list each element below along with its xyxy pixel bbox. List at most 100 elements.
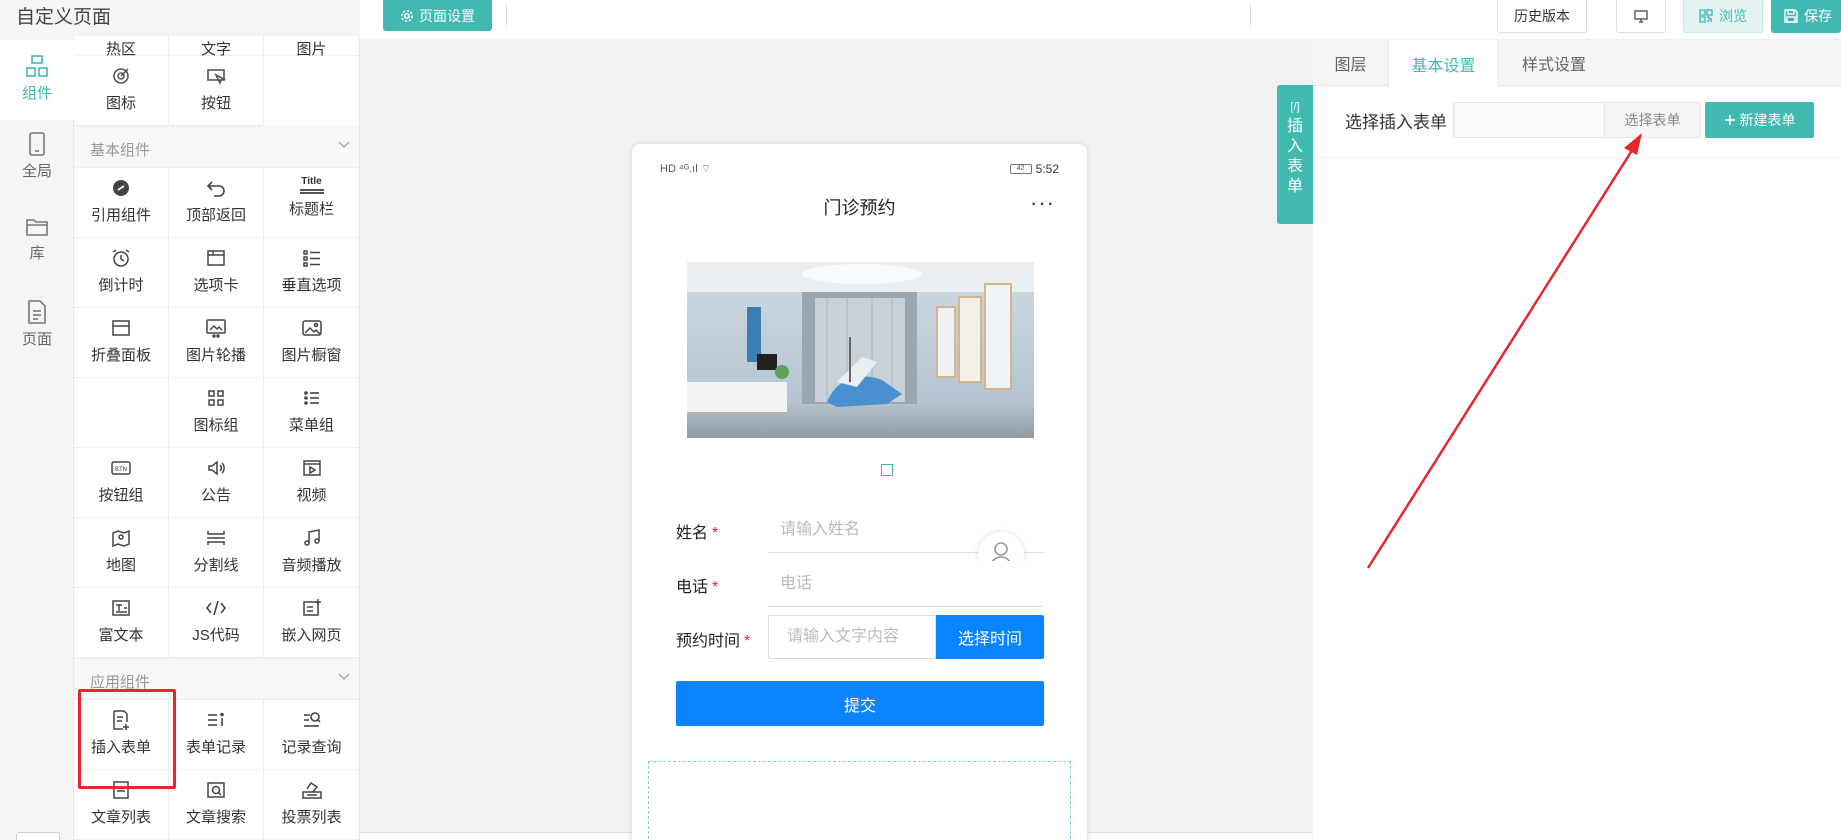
clinic-room-image [687,262,1034,438]
component-video[interactable]: 视频 [264,448,359,518]
code-bracket-icon: [/] [1290,101,1300,113]
component-map[interactable]: 地图 [74,518,169,588]
time-input[interactable] [768,615,936,659]
insert-form-side-tab[interactable]: [/] 插入表单 [1277,85,1313,224]
gallery-icon [301,320,322,336]
preview-button[interactable]: 浏览 [1683,0,1763,33]
tab-basic-settings[interactable]: 基本设置 [1388,40,1499,87]
select-form-label: 选择插入表单 [1345,113,1447,132]
component-reference[interactable]: 引用组件 [74,168,169,238]
component-vertical-options[interactable]: 垂直选项 [264,238,359,308]
section-basic-components[interactable]: 基本组件 [74,126,359,168]
gear-icon [401,9,413,22]
component-hotspot[interactable]: 热区 [74,36,169,58]
component-js-code[interactable]: JS代码 [169,588,264,658]
rail-scroll-handle[interactable] [16,832,60,840]
component-icon-group[interactable]: 图标组 [169,378,264,448]
component-button-group[interactable]: BTN 按钮组 [74,448,169,518]
component-label: 图片轮播 [185,347,246,364]
save-label: 保存 [1804,8,1832,24]
properties-tabs: 图层 基本设置 样式设置 [1313,40,1841,87]
component-text[interactable]: 文字 [169,36,264,58]
component-tabs[interactable]: 选项卡 [169,238,264,308]
component-top-back[interactable]: 顶部返回 [169,168,264,238]
page-settings-button[interactable]: 页面设置 [383,0,492,31]
component-label: 文章列表 [90,809,151,826]
component-label: 音频播放 [281,557,342,574]
rail-item-label: 页面 [21,331,52,348]
rail-item-pages[interactable]: 页面 [0,286,74,366]
component-label: 文章搜索 [185,809,246,826]
desktop-preview-button[interactable] [1616,0,1666,33]
tab-layers[interactable]: 图层 [1313,40,1388,86]
list-icon [302,250,320,267]
component-button[interactable]: 按钮 [169,56,264,126]
component-title-bar[interactable]: Title 标题栏 [264,168,359,238]
plus-icon [1724,115,1735,125]
component-icon[interactable]: 图标 [74,56,169,126]
component-label: 公告 [200,487,231,504]
carousel-indicator[interactable] [881,464,893,476]
component-article-search[interactable]: 文章搜索 [169,770,264,840]
rail-item-library[interactable]: 库 [0,202,74,282]
component-label: 倒计时 [98,277,144,294]
title-icon: Title [299,176,324,194]
image-carousel[interactable] [687,262,1034,438]
selected-form-field[interactable] [1453,102,1605,138]
component-rich-text[interactable]: 富文本 [74,588,169,658]
qr-code-icon [1699,9,1713,23]
submit-button[interactable]: 提交 [676,681,1044,726]
select-form-button[interactable]: 选择表单 [1605,102,1701,138]
status-time: 5:52 [1035,162,1059,176]
new-form-button[interactable]: 新建表单 [1705,102,1814,138]
component-image[interactable]: 图片 [264,36,359,58]
component-audio[interactable]: 音频播放 [264,518,359,588]
divider-icon [207,531,225,545]
time-label: 预约时间 * [676,633,751,650]
rail-item-components[interactable]: 组件 [0,40,74,120]
component-record-query[interactable]: 记录查询 [264,700,359,770]
cursor-box-icon [207,69,226,86]
title-icon-text: Title [301,176,322,187]
chevron-down-icon [338,141,350,149]
alarm-clock-icon [112,249,130,267]
components-icon [26,55,48,77]
properties-panel: 图层 基本设置 样式设置 选择插入表单 选择表单 新建表单 [1313,40,1841,840]
phone-input[interactable] [768,561,1044,607]
status-bar-right: 42 5:52 [1009,162,1059,176]
component-label: 图片 [296,41,327,58]
save-icon [1784,9,1798,23]
component-drop-zone[interactable] [648,761,1071,840]
page-icon [28,300,46,324]
ballot-icon [301,781,322,799]
component-label: 图标 [105,95,136,112]
component-form-records[interactable]: 表单记录 [169,700,264,770]
phone-preview: HD ⁴ᴳ.ıl ⌔ 42 5:52 门诊预约 ··· 姓名 * 请输入姓名 电… [632,144,1087,840]
collapse-icon [112,320,130,336]
component-embed-page[interactable]: 嵌入网页 [264,588,359,658]
component-label: 分割线 [193,557,239,574]
save-button[interactable]: 保存 [1771,0,1841,33]
tab-style-settings[interactable]: 样式设置 [1499,40,1609,86]
component-label: 顶部返回 [185,207,246,224]
select-time-button[interactable]: 选择时间 [936,615,1044,659]
component-countdown[interactable]: 倒计时 [74,238,169,308]
rail-item-global[interactable]: 全局 [0,118,74,198]
component-notice[interactable]: 公告 [169,448,264,518]
history-button[interactable]: 历史版本 [1497,0,1587,33]
component-divider[interactable]: 分割线 [169,518,264,588]
component-vote-list[interactable]: 投票列表 [264,770,359,840]
form-row-phone: 电话 * [676,561,1046,607]
rail-item-label: 全局 [21,163,52,180]
phone-label: 电话 * [676,579,719,596]
component-label: 菜单组 [288,417,334,434]
carousel-icon [206,319,226,338]
rail-item-label: 库 [29,245,45,262]
rich-text-icon [112,600,130,616]
status-signal: HD ⁴ᴳ.ıl ⌔ [660,163,712,175]
component-menu-group[interactable]: 菜单组 [264,378,359,448]
component-collapse-panel[interactable]: 折叠面板 [74,308,169,378]
more-icon[interactable]: ··· [1030,192,1055,214]
component-image-showcase[interactable]: 图片橱窗 [264,308,359,378]
component-image-carousel[interactable]: 图片轮播 [169,308,264,378]
